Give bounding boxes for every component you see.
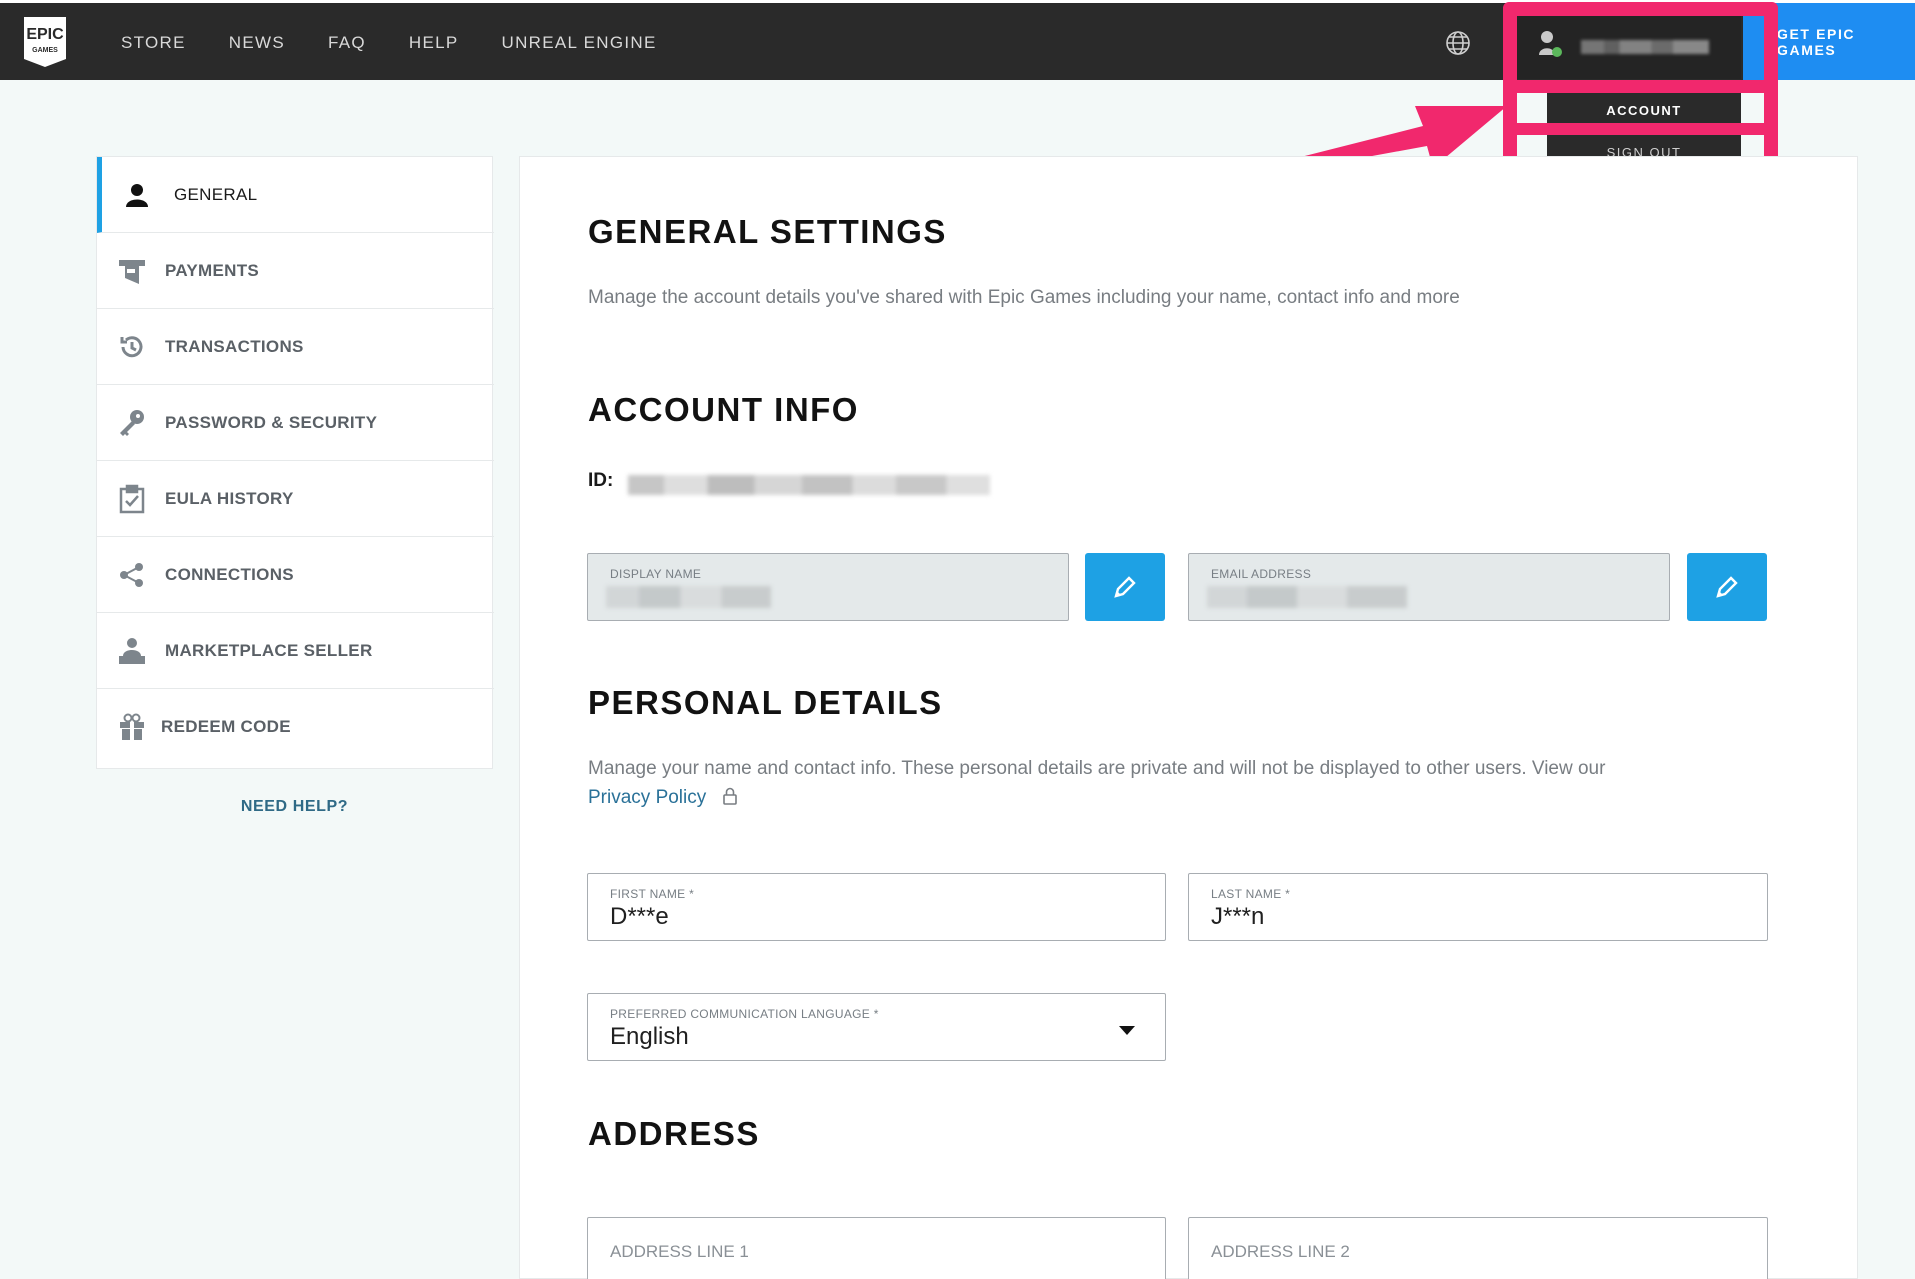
annotation-highlight-divider [1503,123,1778,135]
personal-details-title: PERSONAL DETAILS [588,684,943,721]
nav-store-link[interactable]: STORE [121,33,186,53]
sidebar-item-payments[interactable]: PAYMENTS [97,233,494,309]
language-value: English [610,1023,689,1050]
pencil-icon [1114,576,1136,598]
address-line-1-placeholder: ADDRESS LINE 1 [610,1242,749,1261]
person-icon [122,180,152,210]
edit-display-name-button[interactable] [1085,553,1165,621]
need-help-link[interactable]: NEED HELP? [96,798,493,816]
account-id-label: ID: [588,470,614,491]
general-settings-description: Manage the account details you've shared… [588,287,1460,308]
display-name-field: DISPLAY NAME [587,553,1069,621]
sidebar-item-marketplace-seller[interactable]: MARKETPLACE SELLER [97,613,494,689]
personal-details-text: Manage your name and contact info. These… [588,758,1606,779]
display-name-label: DISPLAY NAME [610,567,702,581]
sidebar-item-transactions[interactable]: TRANSACTIONS [97,309,494,385]
general-settings-title: GENERAL SETTINGS [588,213,947,250]
sidebar-item-label: MARKETPLACE SELLER [165,640,373,660]
sidebar-item-label: CONNECTIONS [165,564,294,584]
main-nav: STORE NEWS FAQ HELP UNREAL ENGINE [121,3,657,83]
privacy-policy-link[interactable]: Privacy Policy [588,787,706,808]
account-info-title: ACCOUNT INFO [588,391,859,428]
sidebar-item-label: EULA HISTORY [165,488,294,508]
gift-icon [117,712,147,742]
epic-games-logo[interactable]: EPIC GAMES [22,15,68,69]
first-name-field[interactable]: FIRST NAME * D***e [587,873,1166,941]
sidebar-item-general[interactable]: GENERAL [97,157,494,233]
account-id-redacted [628,475,990,495]
display-name-redacted [606,586,771,608]
annotation-highlight-divider [1503,80,1778,93]
sidebar-item-label: PASSWORD & SECURITY [165,412,378,432]
last-name-value: J***n [1211,903,1265,930]
last-name-label: LAST NAME * [1211,887,1291,901]
chevron-down-icon [1119,1026,1135,1035]
lock-icon [722,787,737,805]
email-address-label: EMAIL ADDRESS [1211,567,1312,581]
nav-faq-link[interactable]: FAQ [328,33,366,53]
sidebar-item-label: TRANSACTIONS [165,336,304,356]
seller-icon [117,636,147,666]
sidebar-item-password-security[interactable]: PASSWORD & SECURITY [97,385,494,461]
address-line-2-input[interactable]: ADDRESS LINE 2 [1188,1217,1768,1279]
sidebar-item-label: REDEEM CODE [161,717,291,736]
sidebar-item-redeem-code[interactable]: REDEEM CODE [97,689,494,765]
language-label: PREFERRED COMMUNICATION LANGUAGE * [610,1007,879,1021]
sidebar-item-label: PAYMENTS [165,260,260,280]
sidebar-item-label: GENERAL [174,184,258,204]
key-icon [117,408,147,438]
last-name-field[interactable]: LAST NAME * J***n [1188,873,1768,941]
first-name-label: FIRST NAME * [610,887,695,901]
clipboard-check-icon [117,484,147,514]
logo-text-bottom: GAMES [32,47,58,54]
address-line-1-input[interactable]: ADDRESS LINE 1 [587,1217,1166,1279]
settings-sidebar: GENERAL PAYMENTS TRANSACTIONS PASSWORD &… [96,156,494,769]
email-address-redacted [1207,586,1407,608]
sidebar-item-eula-history[interactable]: EULA HISTORY [97,461,494,537]
sidebar-item-connections[interactable]: CONNECTIONS [97,537,494,613]
edit-email-button[interactable] [1687,553,1767,621]
address-line-2-placeholder: ADDRESS LINE 2 [1211,1242,1350,1261]
nav-unreal-engine-link[interactable]: UNREAL ENGINE [502,33,657,53]
globe-icon[interactable] [1444,29,1472,57]
language-select[interactable]: PREFERRED COMMUNICATION LANGUAGE * Engli… [587,993,1166,1061]
first-name-value: D***e [610,903,669,930]
share-icon [117,560,147,590]
nav-news-link[interactable]: NEWS [229,33,285,53]
nav-help-link[interactable]: HELP [409,33,459,53]
address-title: ADDRESS [588,1115,760,1152]
pencil-icon [1716,576,1738,598]
history-icon [117,332,147,362]
email-address-field: EMAIL ADDRESS [1188,553,1670,621]
logo-text-top: EPIC [26,26,64,43]
personal-details-description: Manage your name and contact info. These… [588,754,1788,812]
wallet-icon [117,256,147,286]
